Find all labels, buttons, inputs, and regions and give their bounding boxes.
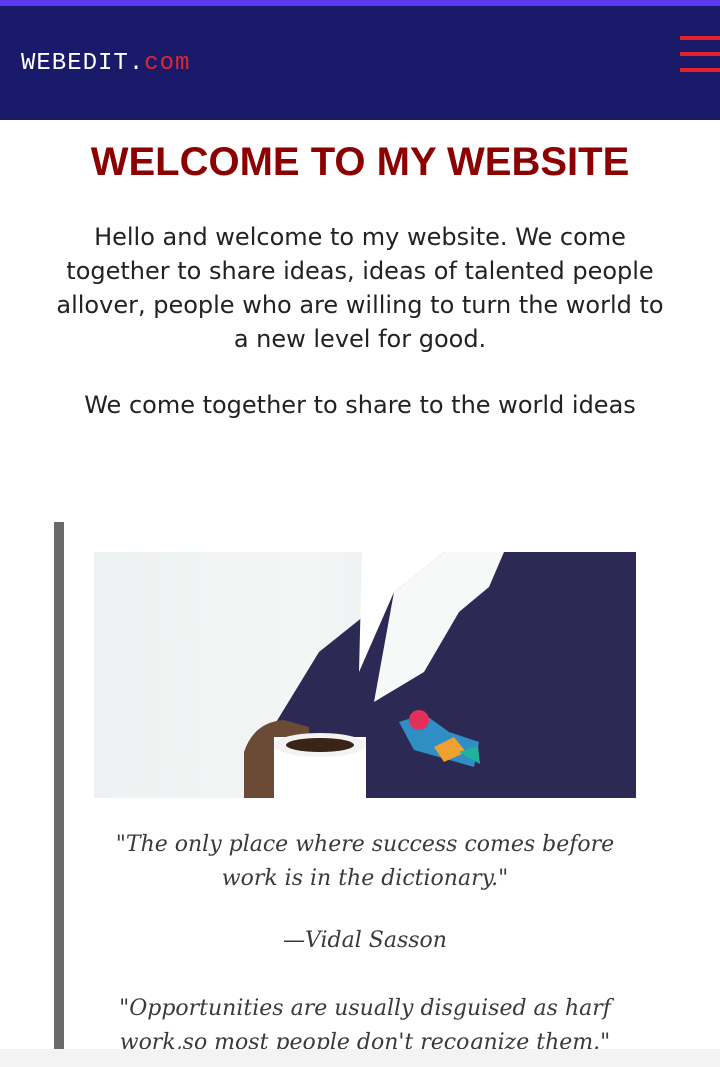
menu-bar-top bbox=[680, 36, 720, 40]
hamburger-menu-icon[interactable] bbox=[676, 36, 720, 76]
bottom-browser-bar bbox=[0, 1049, 720, 1067]
quote-author-1: —Vidal Sasson bbox=[283, 928, 447, 953]
intro-paragraph: Hello and welcome to my website. We come… bbox=[56, 223, 664, 353]
site-logo[interactable]: WEBEDIT.com bbox=[21, 50, 190, 77]
logo-tld-text: com bbox=[144, 50, 191, 77]
menu-bar-bottom bbox=[680, 68, 720, 72]
quote-text-1: "The only place where success comes befo… bbox=[115, 832, 615, 891]
logo-main-text: WEBEDIT. bbox=[21, 50, 145, 77]
hero-image bbox=[94, 552, 636, 798]
tagline-text: We come together to share to the world i… bbox=[84, 391, 636, 419]
menu-bar-middle bbox=[680, 52, 720, 56]
page-title: WELCOME TO MY WEBSITE bbox=[90, 140, 630, 184]
site-header: WEBEDIT.com bbox=[0, 6, 720, 120]
